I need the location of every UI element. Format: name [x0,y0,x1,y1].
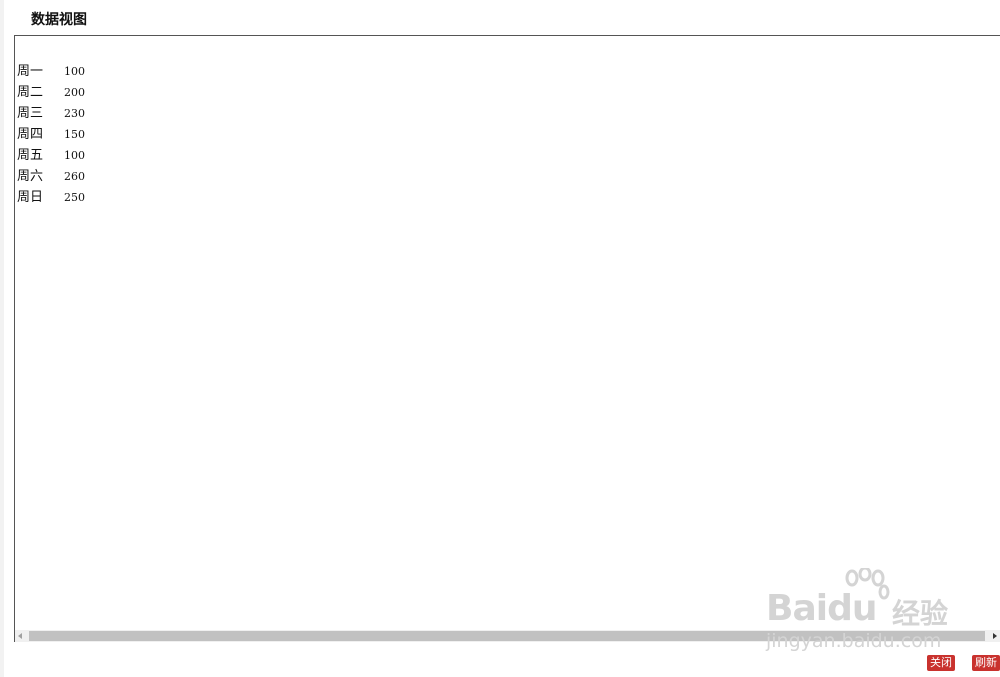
day-label: 周日 [17,190,44,205]
day-label: 周五 [17,148,44,163]
day-value: 100 [64,65,85,78]
day-label: 周三 [17,106,44,121]
list-item: 周日 250 [17,187,217,208]
list-item: 周一 100 [17,61,217,82]
data-view-dialog: 数据视图 周一 100 周二 200 周三 230 周四 150 周五 100 [0,0,1000,677]
day-label: 周四 [17,127,44,142]
scrollbar-thumb[interactable] [29,631,985,641]
day-value: 230 [64,107,85,120]
day-value: 150 [64,128,85,141]
horizontal-scrollbar[interactable] [14,630,1000,642]
scroll-right-arrow-icon[interactable] [993,633,997,639]
list-item: 周四 150 [17,124,217,145]
list-item: 周五 100 [17,145,217,166]
data-view-area[interactable]: 周一 100 周二 200 周三 230 周四 150 周五 100 周六 26… [14,35,1000,630]
day-label: 周二 [17,85,44,100]
page-title: 数据视图 [31,12,87,28]
day-label: 周一 [17,64,44,79]
data-list: 周一 100 周二 200 周三 230 周四 150 周五 100 周六 26… [17,61,217,208]
day-value: 100 [64,149,85,162]
list-item: 周三 230 [17,103,217,124]
close-button[interactable]: 关闭 [927,655,955,671]
scroll-left-arrow-icon[interactable] [18,633,22,639]
refresh-button[interactable]: 刷新 [972,655,1000,671]
day-label: 周六 [17,169,44,184]
day-value: 250 [64,191,85,204]
left-edge-strip [0,0,4,677]
day-value: 260 [64,170,85,183]
list-item: 周二 200 [17,82,217,103]
list-item: 周六 260 [17,166,217,187]
day-value: 200 [64,86,85,99]
